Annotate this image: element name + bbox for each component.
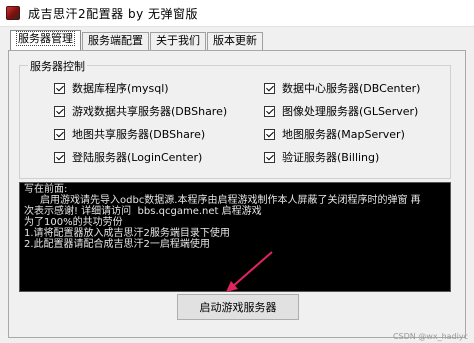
checkbox-label: 图像处理服务器(GLServer) <box>282 105 419 118</box>
tab-label: 服务端配置 <box>88 34 143 47</box>
group-title: 服务器控制 <box>28 58 87 74</box>
checkbox-glserver[interactable]: 图像处理服务器(GLServer) <box>264 103 418 119</box>
checkbox-label: 验证服务器(Billing) <box>282 151 380 164</box>
checkbox-box[interactable] <box>264 105 275 117</box>
checkbox-box[interactable] <box>264 151 275 163</box>
checkbox-box[interactable] <box>264 82 275 94</box>
app-icon <box>6 6 20 20</box>
tab-label: 关于我们 <box>156 34 200 47</box>
checkbox-dbshare-game[interactable]: 游戏数据共享服务器(DBShare) <box>54 103 227 119</box>
tab-strip: 服务器管理 服务端配置 关于我们 版本更新 <box>10 30 264 50</box>
console-line: 1.请将配置器放入成吉思汗2服务端目录下使用 <box>24 228 230 239</box>
console-line: 写在前面: <box>24 184 68 195</box>
checkbox-billing[interactable]: 验证服务器(Billing) <box>264 149 379 165</box>
checkbox-box[interactable] <box>54 151 65 163</box>
console-output[interactable]: 写在前面: 启用游戏请先导入odbc数据源.本程序由启程游戏制作本人屏蔽了关闭程… <box>19 182 451 292</box>
checkbox-label: 地图服务器(MapServer) <box>282 128 405 141</box>
checkbox-mysql[interactable]: 数据库程序(mysql) <box>54 80 169 96</box>
checkbox-box[interactable] <box>264 128 275 140</box>
title-bar: 成吉思汗2配置器 by 无弹窗版 <box>0 0 474 27</box>
tab-about-us[interactable]: 关于我们 <box>150 32 206 50</box>
tab-server-management[interactable]: 服务器管理 <box>10 30 81 50</box>
tab-version-update[interactable]: 版本更新 <box>207 32 263 50</box>
checkbox-box[interactable] <box>54 128 65 140</box>
checkbox-logincenter[interactable]: 登陆服务器(LoginCenter) <box>54 149 202 165</box>
checkbox-label: 数据中心服务器(DBCenter) <box>282 82 421 95</box>
checkbox-box[interactable] <box>54 82 65 94</box>
tab-label: 版本更新 <box>213 34 257 47</box>
window-title: 成吉思汗2配置器 by 无弹窗版 <box>28 6 198 21</box>
tab-panel-server-management: 服务器控制 数据库程序(mysql) 游戏数据共享服务器(DBShare) 地图… <box>8 50 466 338</box>
console-line: 启用游戏请先导入odbc数据源.本程序由启程游戏制作本人屏蔽了关闭程序时的弹窗 … <box>40 195 421 206</box>
checkbox-box[interactable] <box>54 105 65 117</box>
watermark: CSDN @wx_hadiyc <box>392 332 468 341</box>
tab-server-config[interactable]: 服务端配置 <box>82 32 149 50</box>
checkbox-label: 数据库程序(mysql) <box>72 82 169 95</box>
checkbox-label: 游戏数据共享服务器(DBShare) <box>72 105 228 118</box>
checkbox-mapserver[interactable]: 地图服务器(MapServer) <box>264 126 405 142</box>
console-line: 为了100%的共功劳份 <box>24 217 123 228</box>
checkbox-label: 登陆服务器(LoginCenter) <box>72 151 203 164</box>
start-game-server-button[interactable]: 启动游戏服务器 <box>177 294 299 320</box>
console-line: 2.此配置器请配合成吉思汗2一启程端使用 <box>24 239 210 250</box>
server-control-group: 服务器控制 数据库程序(mysql) 游戏数据共享服务器(DBShare) 地图… <box>19 58 451 179</box>
console-line: 次表示感谢! 详细请访问 bbs.qcgame.net 启程游戏 <box>24 206 262 217</box>
checkbox-label: 地图共享服务器(DBShare) <box>72 128 206 141</box>
checkbox-dbcenter[interactable]: 数据中心服务器(DBCenter) <box>264 80 420 96</box>
checkbox-dbshare-map[interactable]: 地图共享服务器(DBShare) <box>54 126 205 142</box>
tab-label: 服务器管理 <box>16 31 75 46</box>
